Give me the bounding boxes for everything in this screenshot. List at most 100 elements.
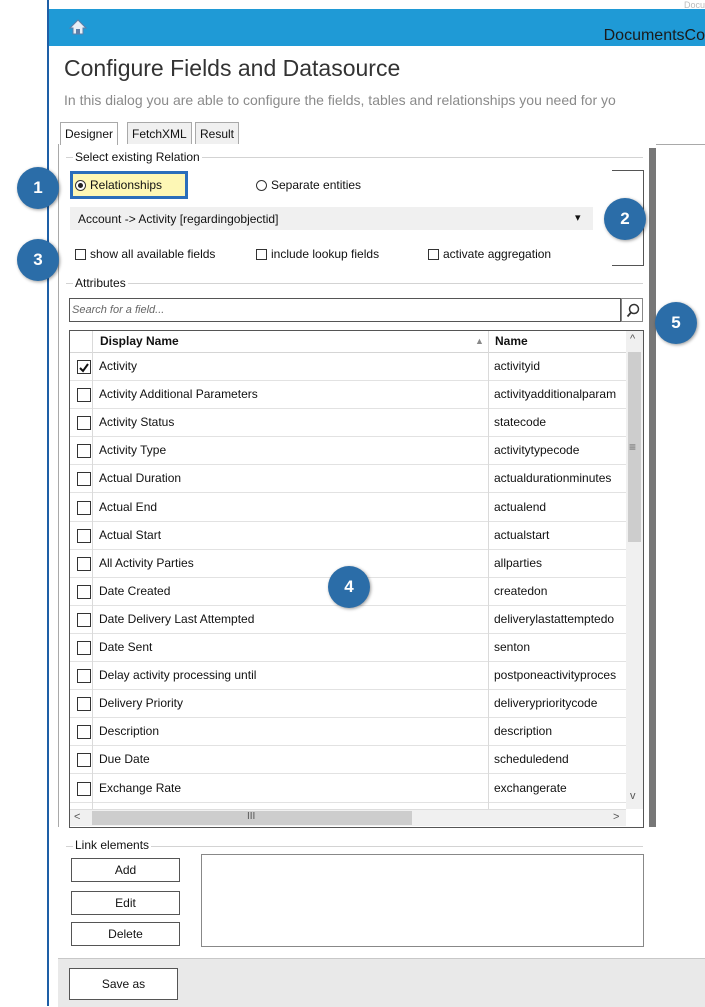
background-left — [0, 0, 48, 1006]
cell-display-name: Activity Status — [99, 415, 175, 429]
cell-name: deliverylastattemptedo — [494, 612, 615, 626]
separate-entities-label[interactable]: Separate entities — [271, 178, 361, 192]
link-elements-group-label: Link elements — [73, 838, 152, 852]
scroll-down-icon[interactable]: v — [630, 790, 636, 802]
delete-button[interactable]: Delete — [71, 922, 180, 946]
callout-badge-4: 4 — [328, 566, 370, 608]
table-row[interactable]: Date Sent senton — [70, 634, 626, 662]
callout-badge-3: 3 — [17, 239, 59, 281]
relationships-radio[interactable] — [75, 180, 86, 191]
table-row[interactable]: Activity Additional Parameters activityad… — [70, 381, 626, 409]
search-button[interactable] — [621, 298, 643, 322]
row-checkbox[interactable] — [77, 501, 91, 515]
chevron-down-icon[interactable]: ▾ — [575, 211, 581, 224]
title-bar: DocumentsCo — [49, 9, 705, 46]
include-lookup-checkbox[interactable] — [256, 249, 267, 260]
cell-display-name: Date Sent — [99, 640, 153, 654]
table-row[interactable]: Activity Type activitytypecode — [70, 437, 626, 465]
row-checkbox[interactable] — [77, 669, 91, 683]
scroll-up-icon[interactable]: ^ — [630, 333, 635, 345]
table-row[interactable]: Delay activity processing until postponea… — [70, 662, 626, 690]
include-lookup-label[interactable]: include lookup fields — [271, 247, 379, 261]
activate-aggregation-checkbox[interactable] — [428, 249, 439, 260]
column-divider — [92, 331, 93, 809]
table-row[interactable]: Delivery Priority deliveryprioritycode — [70, 690, 626, 718]
relation-group-label: Select existing Relation — [73, 150, 202, 164]
relationships-radio-label[interactable]: Relationships — [90, 178, 162, 192]
callout-badge-2: 2 — [604, 198, 646, 240]
table-row[interactable]: Due Date scheduledend — [70, 746, 626, 774]
row-checkbox[interactable] — [77, 782, 91, 796]
table-row[interactable]: Actual Start actualstart — [70, 522, 626, 550]
table-row[interactable]: Date Delivery Last Attempted deliverylast… — [70, 606, 626, 634]
panel-scrollbar[interactable] — [649, 148, 656, 827]
app-icon — [68, 19, 88, 35]
table-row[interactable]: Actual End actualend — [70, 494, 626, 522]
row-checkbox[interactable] — [77, 697, 91, 711]
cell-display-name: All Activity Parties — [99, 556, 194, 570]
cell-display-name: Due Date — [99, 752, 150, 766]
table-row[interactable]: Activity activityid — [70, 353, 626, 381]
scroll-grip-icon: III — [247, 811, 256, 822]
cell-name: description — [494, 724, 553, 738]
scroll-left-icon[interactable]: < — [74, 811, 80, 823]
row-checkbox[interactable] — [77, 557, 91, 571]
group-divider — [66, 846, 643, 847]
row-checkbox[interactable] — [77, 444, 91, 458]
tab-result[interactable]: Result — [195, 122, 240, 144]
cell-display-name: Activity Type — [99, 443, 167, 457]
scroll-grip-icon: ≡ — [629, 440, 637, 454]
cell-name: actualdurationminutes — [494, 471, 612, 485]
row-checkbox[interactable] — [77, 416, 91, 430]
edit-button[interactable]: Edit — [71, 891, 180, 915]
row-checkbox[interactable] — [77, 753, 91, 767]
show-all-fields-label[interactable]: show all available fields — [90, 247, 215, 261]
table-row[interactable]: Actual Duration actualdurationminutes — [70, 465, 626, 493]
column-header-name[interactable]: Name — [495, 331, 528, 353]
row-checkbox[interactable] — [77, 360, 91, 374]
row-checkbox[interactable] — [77, 585, 91, 599]
dialog-heading: Configure Fields and Datasource — [64, 55, 401, 81]
dialog-description: In this dialog you are able to configure… — [64, 92, 616, 108]
show-all-fields-checkbox[interactable] — [75, 249, 86, 260]
relation-dropdown-value: Account -> Activity [regardingobjectid] — [78, 212, 279, 226]
cell-name: actualend — [494, 500, 547, 514]
column-divider — [488, 331, 489, 809]
cell-display-name: Date Created — [99, 584, 171, 598]
cell-display-name: Activity — [99, 359, 138, 373]
cell-name: activityid — [494, 359, 541, 373]
cell-name: allparties — [494, 556, 543, 570]
separate-entities-radio[interactable] — [256, 180, 267, 191]
table-row[interactable]: Exchange Rate exchangerate — [70, 775, 626, 803]
cell-display-name: Exchange Rate — [99, 781, 182, 795]
row-checkbox[interactable] — [77, 388, 91, 402]
activate-aggregation-label[interactable]: activate aggregation — [443, 247, 551, 261]
row-checkbox[interactable] — [77, 529, 91, 543]
scroll-right-icon[interactable]: > — [613, 811, 619, 823]
column-header-display-name[interactable]: Display Name — [100, 331, 179, 353]
cell-name: deliveryprioritycode — [494, 696, 598, 710]
cell-name: senton — [494, 640, 531, 654]
cell-name: actualstart — [494, 528, 550, 542]
row-checkbox[interactable] — [77, 613, 91, 627]
link-elements-list[interactable] — [201, 854, 644, 947]
ghost-window-text: Docu — [683, 0, 705, 8]
cell-name: activityadditionalparam — [494, 387, 617, 401]
table-row[interactable]: Activity Status statecode — [70, 409, 626, 437]
cell-name: scheduledend — [494, 752, 569, 766]
cell-display-name: Actual Start — [99, 528, 162, 542]
group-divider — [66, 283, 643, 284]
row-checkbox[interactable] — [77, 641, 91, 655]
tab-fetchxml[interactable]: FetchXML — [127, 122, 192, 144]
search-icon — [626, 303, 640, 323]
cell-display-name: Date Delivery Last Attempted — [99, 612, 255, 626]
cell-display-name: Actual End — [99, 500, 158, 514]
checkmark-icon — [79, 363, 89, 373]
add-button[interactable]: Add — [71, 858, 180, 882]
window-title: DocumentsCo — [603, 27, 705, 44]
row-checkbox[interactable] — [77, 725, 91, 739]
table-row[interactable]: Description description — [70, 718, 626, 746]
save-as-button[interactable]: Save as — [69, 968, 178, 1000]
tab-designer[interactable]: Designer — [60, 122, 119, 145]
row-checkbox[interactable] — [77, 472, 91, 486]
